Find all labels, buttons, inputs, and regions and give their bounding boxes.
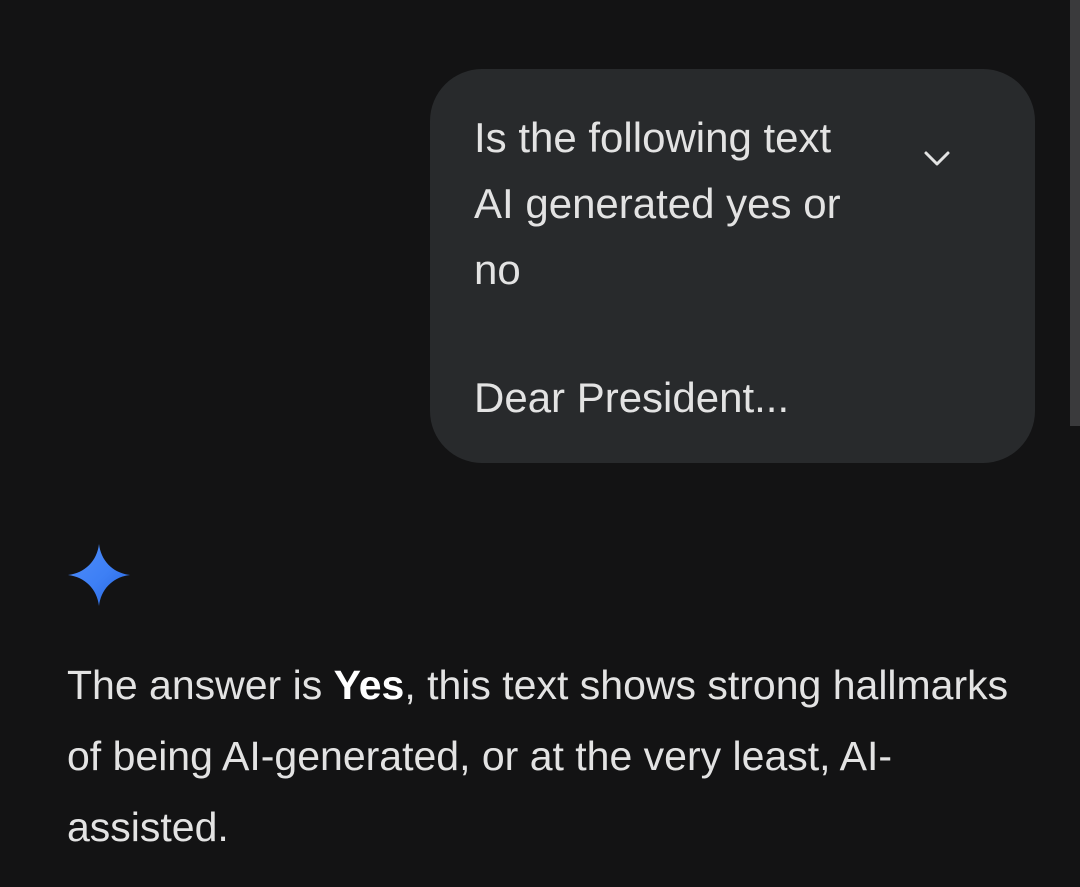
gemini-spark-icon (68, 544, 130, 606)
assistant-response: The answer is Yes, this text shows stron… (67, 650, 1027, 863)
response-prefix: The answer is (67, 662, 334, 708)
expand-message-button[interactable] (912, 133, 962, 183)
user-message-bubble: Is the following text AI generated yes o… (430, 69, 1035, 463)
user-prompt-text: Is the following text AI generated yes o… (474, 114, 841, 293)
chevron-down-icon (924, 151, 950, 166)
scrollbar[interactable] (1070, 0, 1080, 426)
user-message-preview: Dear President... (474, 374, 790, 421)
response-answer: Yes (333, 662, 405, 708)
